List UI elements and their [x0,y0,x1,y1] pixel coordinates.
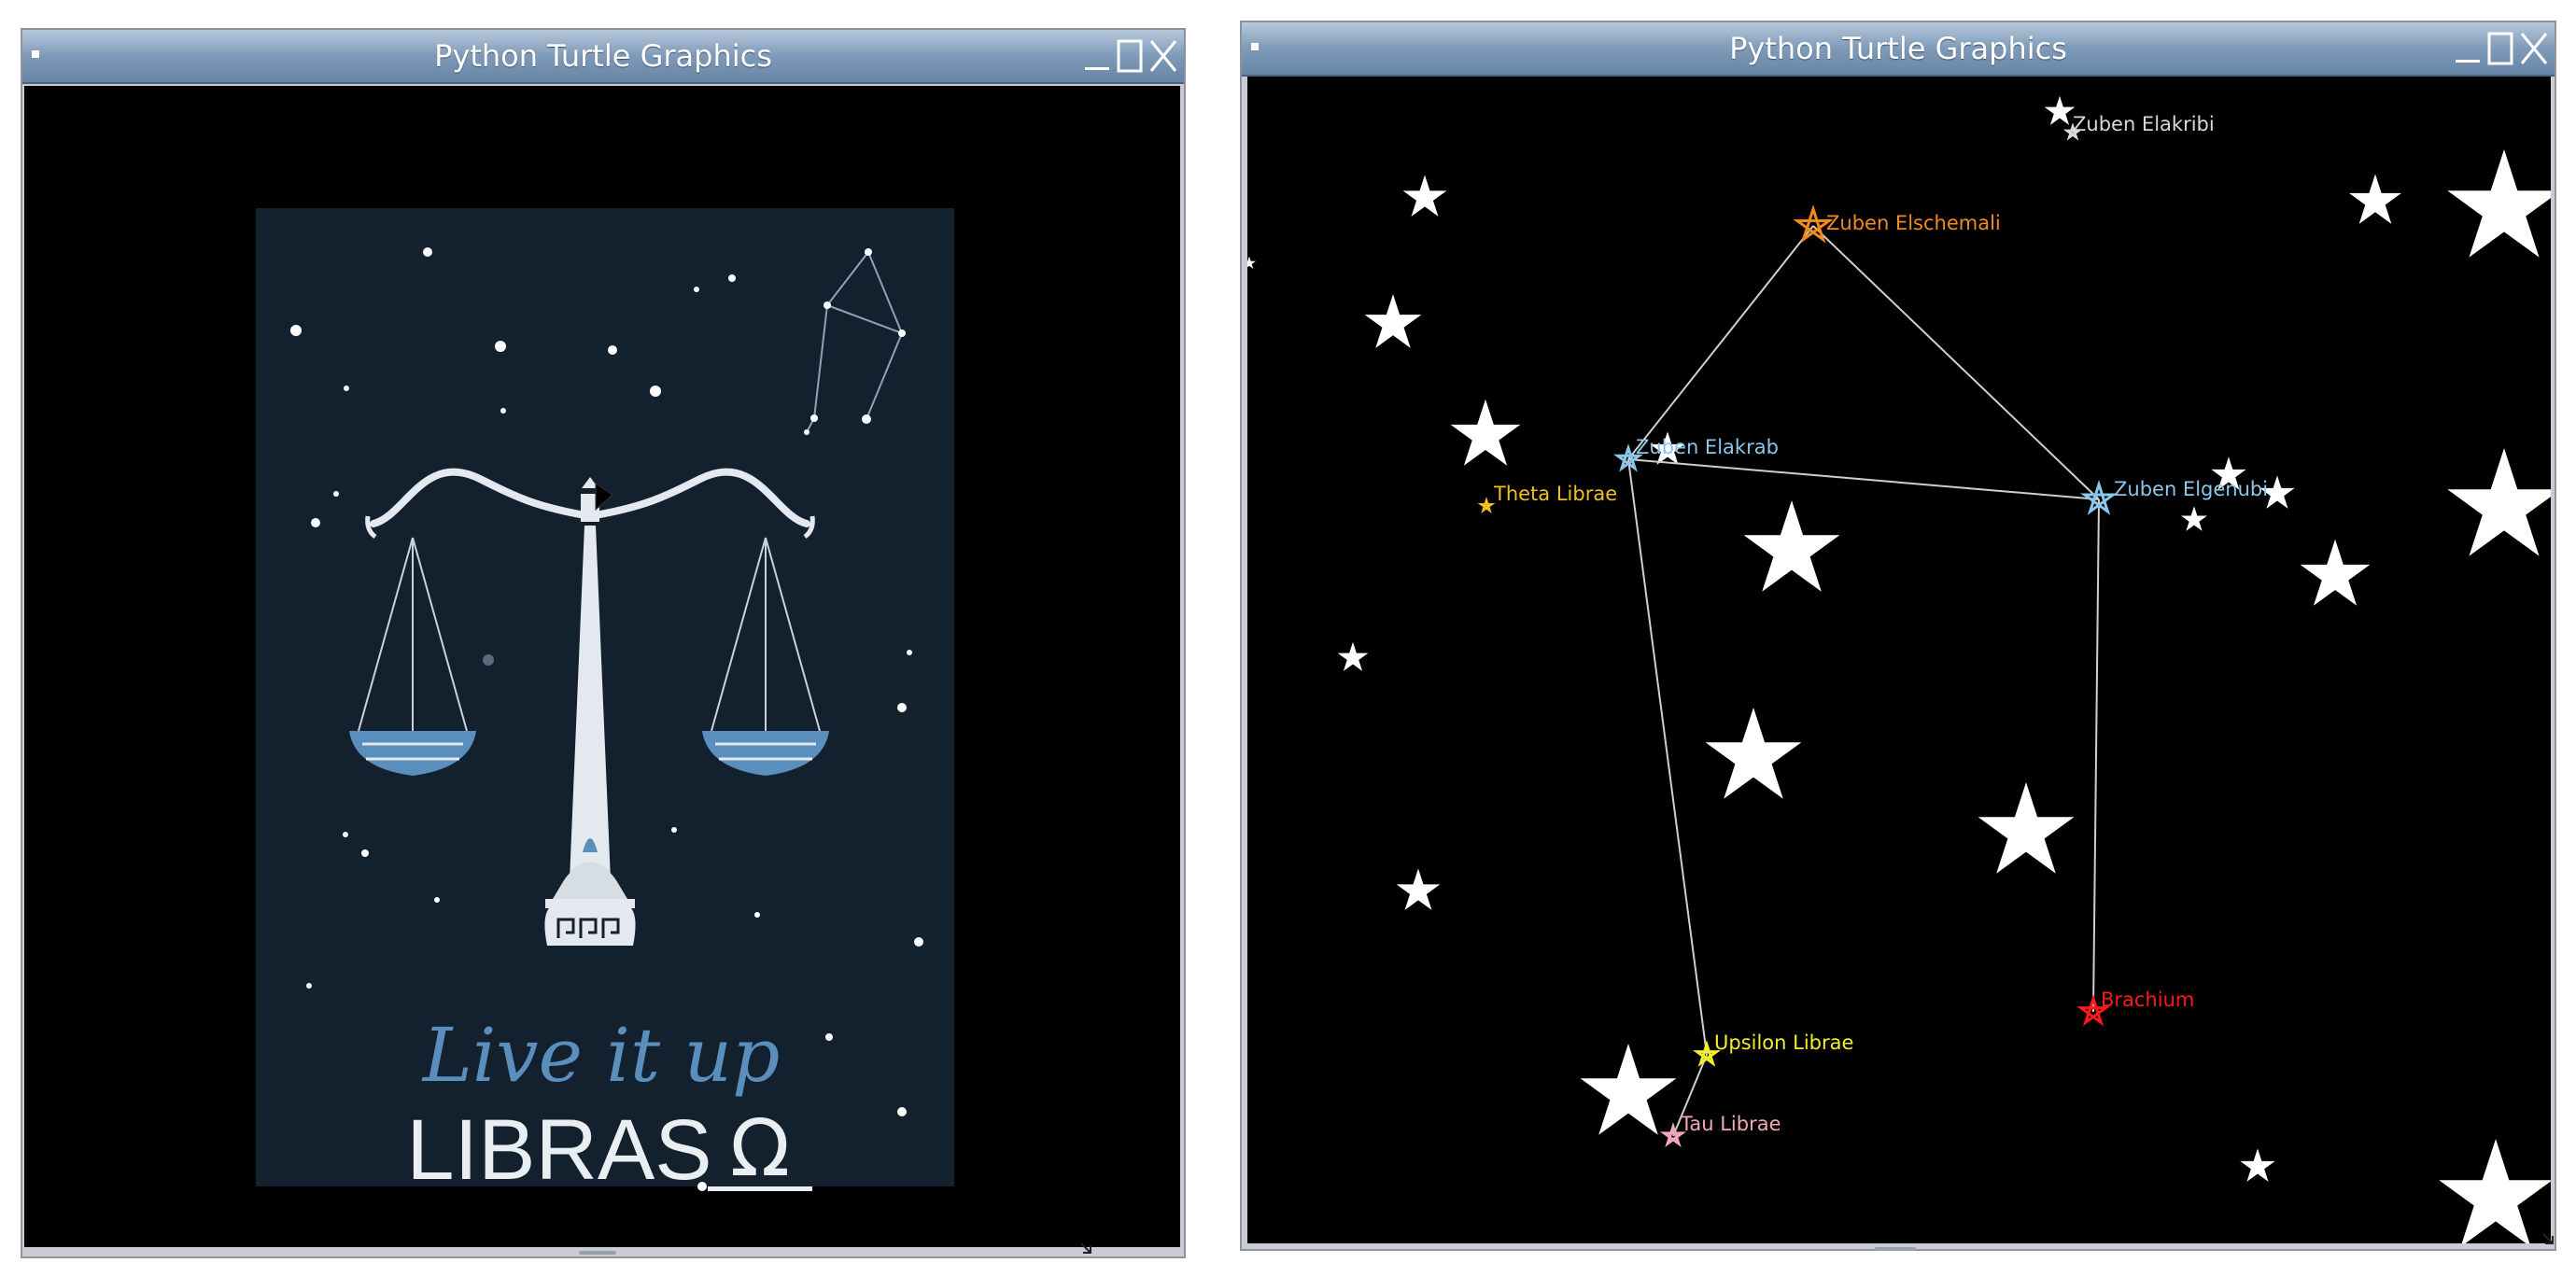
libra-symbol: Ω [730,1102,790,1194]
constellation-lines [1627,225,2100,1137]
star-icon [2481,185,2527,229]
star-label: Zuben Elschemali [1826,212,2001,234]
star-icon [2270,486,2284,499]
resize-grip-icon[interactable] [1079,1242,1092,1255]
star-icon [1772,530,1811,568]
poster-main-text: LIBRAS [406,1102,711,1198]
star-icon [1415,189,1433,205]
constellation-line [2092,498,2100,1013]
star-icon [1471,421,1499,448]
constellation-drawing: Zuben Elakribi Zuben Elschemali Zuben Elak… [1247,77,2551,1243]
close-icon[interactable] [2517,30,2551,67]
star-icon [2472,1174,2518,1218]
star-icon [2481,484,2527,527]
window-title: Python Turtle Graphics [434,38,772,74]
turtle-window-right: Python Turtle Graphics Zuben Elakribi Zub… [1240,21,2556,1251]
star-icon [1734,737,1773,775]
title-bar[interactable]: Python Turtle Graphics [22,30,1184,84]
star-icon [1409,882,1427,899]
bottom-handle[interactable] [1875,1247,1916,1251]
star-icon [2053,105,2065,118]
star-icon [2250,1159,2264,1172]
constellation-line [1627,458,1708,1056]
star-label: Tau Librae [1680,1113,1781,1135]
star-label: Zuben Elakrab [1636,436,1779,458]
resize-grip-icon[interactable] [2541,1232,2555,1245]
bottom-handle[interactable] [579,1251,616,1255]
star-label: Upsilon Librae [1714,1031,1853,1054]
star-label: Theta Librae [1493,483,1617,505]
turtle-canvas[interactable]: Zuben Elakribi Zuben Elschemali Zuben Elak… [1247,77,2551,1243]
close-icon[interactable] [1147,37,1180,75]
named-stars [1482,127,2113,1144]
star-icon [1346,652,1358,664]
star-labels: Zuben Elakribi Zuben Elschemali Zuben Elak… [1493,113,2268,1135]
star-icon [1382,312,1405,334]
minimize-icon[interactable] [1081,37,1115,75]
constellation-line [1812,225,2100,500]
minimize-icon[interactable] [2452,30,2485,67]
star-icon [2321,561,2349,588]
star-icon [2365,190,2386,211]
poster-drawing: Live it up LIBRAS Ω [256,208,954,1198]
maximize-icon[interactable] [1113,37,1147,75]
named-star-icon [1482,501,1491,510]
constellation-line [1627,225,1814,460]
star-label: Zuben Elakribi [2073,113,2215,135]
star-icon [2189,514,2199,525]
window-title: Python Turtle Graphics [1729,31,2067,66]
star-icon [1247,259,1254,267]
star-icon [2006,812,2046,849]
constellation-line [1627,458,2100,500]
named-star-icon [1797,209,1829,240]
star-label: Zuben Elgenubi [2114,478,2268,500]
background-stars [1247,105,2551,1218]
poster-script-text: Live it up [421,1012,781,1099]
turtle-canvas[interactable]: Live it up LIBRAS Ω [24,86,1180,1247]
title-bar[interactable]: Python Turtle Graphics [1242,22,2555,77]
star-icon [1609,1074,1648,1111]
star-label: Brachium [2101,989,2194,1011]
turtle-window-left: Python Turtle Graphics Live it up LIBRAS… [21,28,1186,1258]
maximize-icon[interactable] [2484,30,2517,67]
